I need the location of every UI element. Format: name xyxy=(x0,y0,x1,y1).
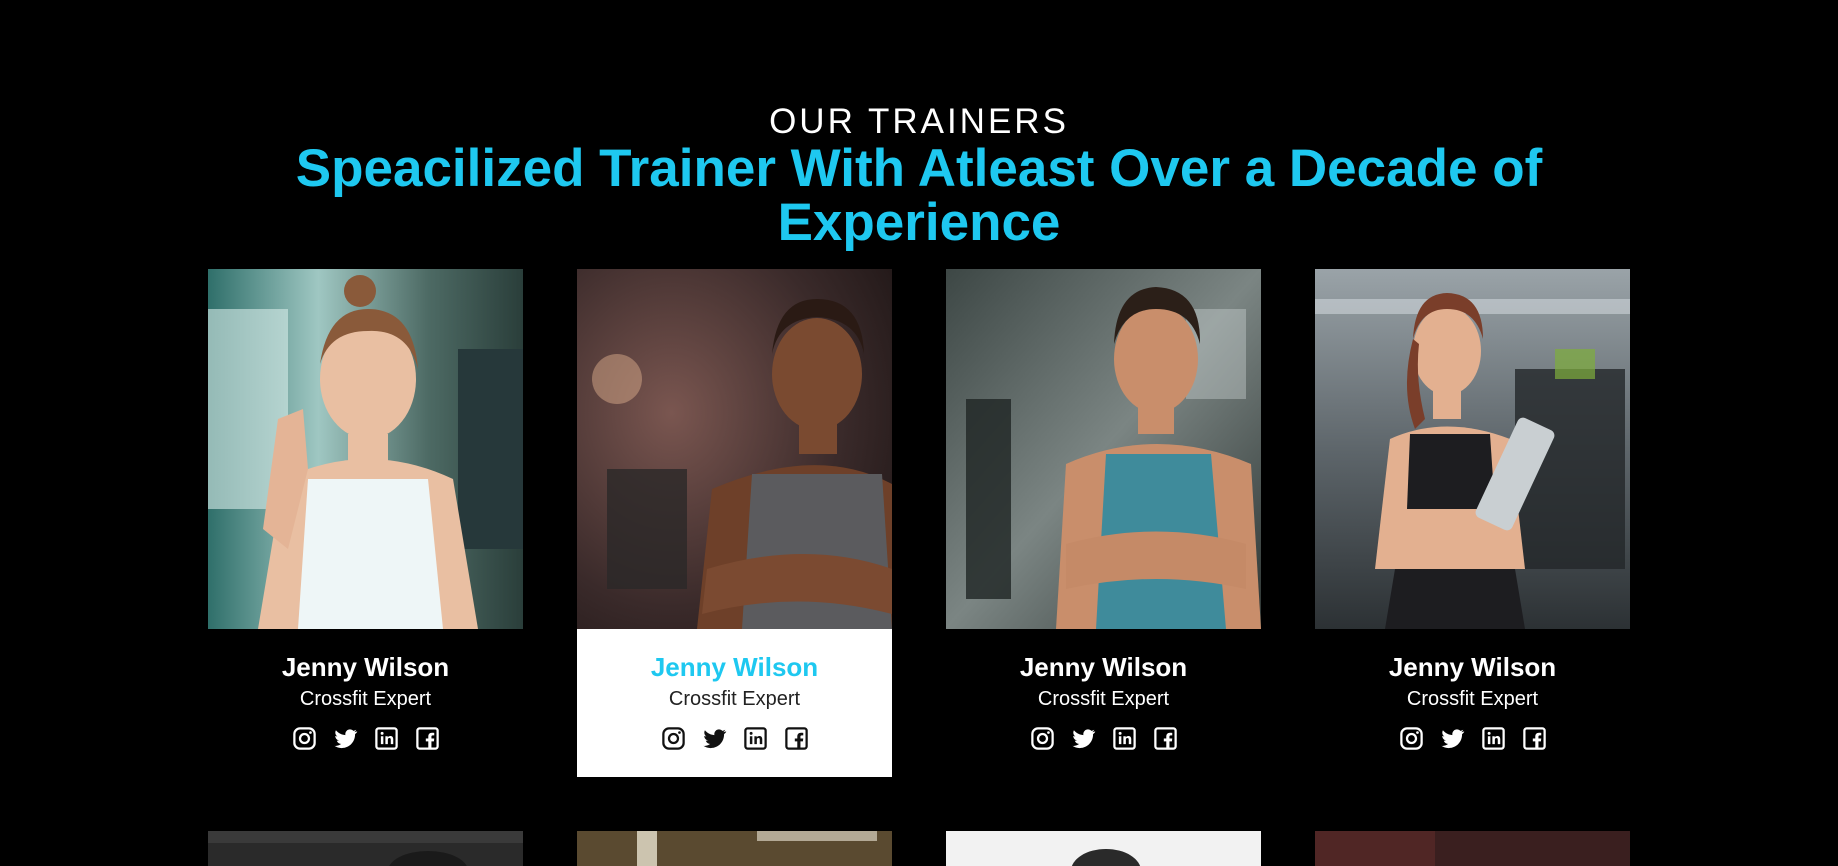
trainer-card-partial[interactable] xyxy=(946,831,1261,866)
linkedin-icon[interactable] xyxy=(742,725,769,752)
instagram-icon[interactable] xyxy=(1398,725,1425,752)
trainer-card[interactable]: Jenny Wilson Crossfit Expert xyxy=(208,269,523,777)
section-eyebrow: OUR TRAINERS xyxy=(769,102,1069,141)
trainer-name[interactable]: Jenny Wilson xyxy=(577,652,892,682)
trainer-photo xyxy=(208,269,523,629)
facebook-icon[interactable] xyxy=(1152,725,1179,752)
instagram-icon[interactable] xyxy=(291,725,318,752)
trainer-role: Crossfit Expert xyxy=(1406,688,1539,710)
twitter-icon[interactable] xyxy=(701,725,728,752)
instagram-icon[interactable] xyxy=(660,725,687,752)
linkedin-icon[interactable] xyxy=(373,725,400,752)
trainer-name[interactable]: Jenny Wilson xyxy=(946,652,1261,682)
facebook-icon[interactable] xyxy=(414,725,441,752)
trainer-name[interactable]: Jenny Wilson xyxy=(1315,652,1630,682)
trainer-info: Jenny Wilson Crossfit Expert xyxy=(1315,629,1630,777)
trainer-card[interactable]: Jenny Wilson Crossfit Expert xyxy=(1315,269,1630,777)
trainer-name[interactable]: Jenny Wilson xyxy=(208,652,523,682)
facebook-icon[interactable] xyxy=(1521,725,1548,752)
trainer-info: Jenny Wilson Crossfit Expert xyxy=(208,629,523,777)
social-links xyxy=(208,725,523,752)
facebook-icon[interactable] xyxy=(783,725,810,752)
linkedin-icon[interactable] xyxy=(1111,725,1138,752)
section-heading: Speacilized Trainer With Atleast Over a … xyxy=(295,139,1543,252)
trainer-role: Crossfit Expert xyxy=(1037,688,1170,710)
linkedin-icon[interactable] xyxy=(1480,725,1507,752)
twitter-icon[interactable] xyxy=(1070,725,1097,752)
trainers-section: OUR TRAINERS Speacilized Trainer With At… xyxy=(0,0,1838,866)
social-links xyxy=(1315,725,1630,752)
trainer-info: Jenny Wilson Crossfit Expert xyxy=(946,629,1261,777)
trainer-role: Crossfit Expert xyxy=(299,688,432,710)
trainer-card-partial[interactable] xyxy=(1315,831,1630,866)
twitter-icon[interactable] xyxy=(1439,725,1466,752)
trainer-role: Crossfit Expert xyxy=(668,688,801,710)
trainer-photo xyxy=(577,269,892,629)
social-links xyxy=(946,725,1261,752)
trainer-card-partial[interactable] xyxy=(577,831,892,866)
trainer-card-partial[interactable] xyxy=(208,831,523,866)
social-links xyxy=(577,725,892,752)
instagram-icon[interactable] xyxy=(1029,725,1056,752)
trainer-photo xyxy=(1315,269,1630,629)
twitter-icon[interactable] xyxy=(332,725,359,752)
trainer-card[interactable]: Jenny Wilson Crossfit Expert xyxy=(577,269,892,777)
trainer-photo xyxy=(946,269,1261,629)
trainer-info: Jenny Wilson Crossfit Expert xyxy=(577,629,892,777)
trainer-card[interactable]: Jenny Wilson Crossfit Expert xyxy=(946,269,1261,777)
